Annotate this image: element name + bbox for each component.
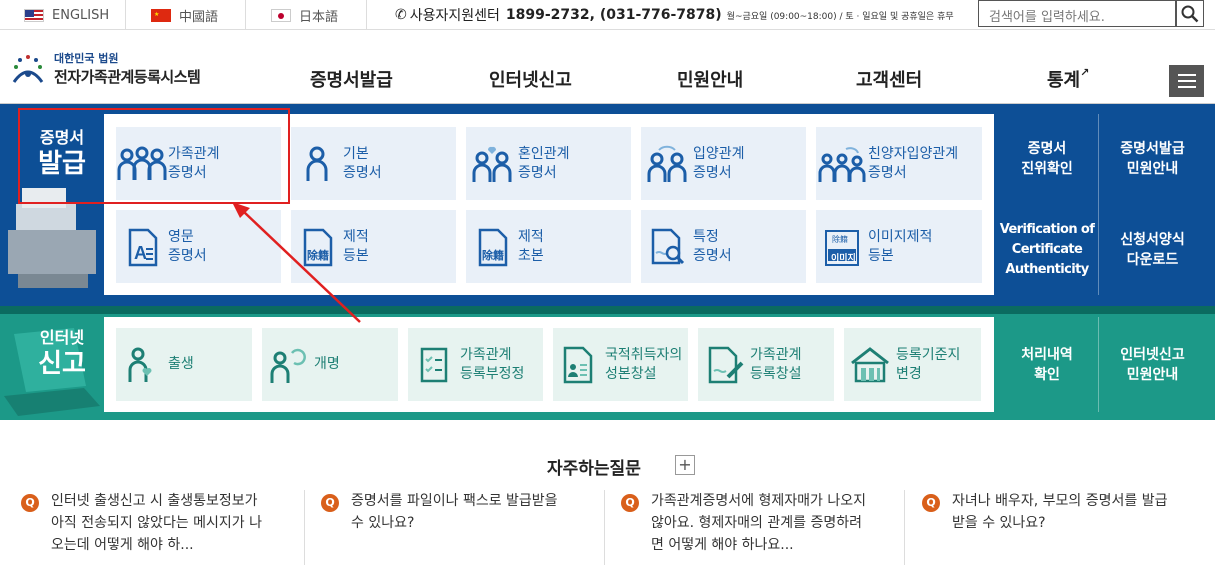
faq-more-button[interactable]: + xyxy=(675,455,695,475)
faq-title: 자주하는질문 xyxy=(547,459,641,479)
annotation-arrow xyxy=(232,202,361,323)
faq-q-badge: Q xyxy=(621,494,639,512)
faq-q-badge: Q xyxy=(21,494,39,512)
plus-icon: + xyxy=(678,455,692,474)
faq-line: 인터넷 출생신고 시 출생통보정보가 xyxy=(51,493,258,509)
faq-item-3[interactable]: 가족관계증명서에 형제자매가 나오지않아요. 형제자매의 관계를 증명하려면 어… xyxy=(651,490,866,556)
faq-item-1[interactable]: 인터넷 출생신고 시 출생통보정보가아직 전송되지 않았다는 메시지가 나오는데… xyxy=(51,490,262,556)
faq-line: 증명서를 파일이나 팩스로 발급받을 xyxy=(351,493,558,509)
faq-q-badge: Q xyxy=(321,494,339,512)
faq-q-badge: Q xyxy=(922,494,940,512)
faq-line: 자녀나 배우자, 부모의 증명서를 발급 xyxy=(952,493,1168,509)
faq-line: 받을 수 있나요? xyxy=(952,515,1046,531)
faq-line: 수 있나요? xyxy=(351,515,415,531)
faq-line: 가족관계증명서에 형제자매가 나오지 xyxy=(651,493,866,509)
faq-item-4[interactable]: 자녀나 배우자, 부모의 증명서를 발급받을 수 있나요? xyxy=(952,490,1167,534)
faq-line: 오는데 어떻게 해야 하... xyxy=(51,537,194,553)
faq-item-2[interactable]: 증명서를 파일이나 팩스로 발급받을수 있나요? xyxy=(351,490,558,534)
faq-line: 않아요. 형제자매의 관계를 증명하려 xyxy=(651,515,862,531)
faq-line: 아직 전송되지 않았다는 메시지가 나 xyxy=(51,515,262,531)
faq-line: 면 어떻게 해야 하나요... xyxy=(651,537,794,553)
